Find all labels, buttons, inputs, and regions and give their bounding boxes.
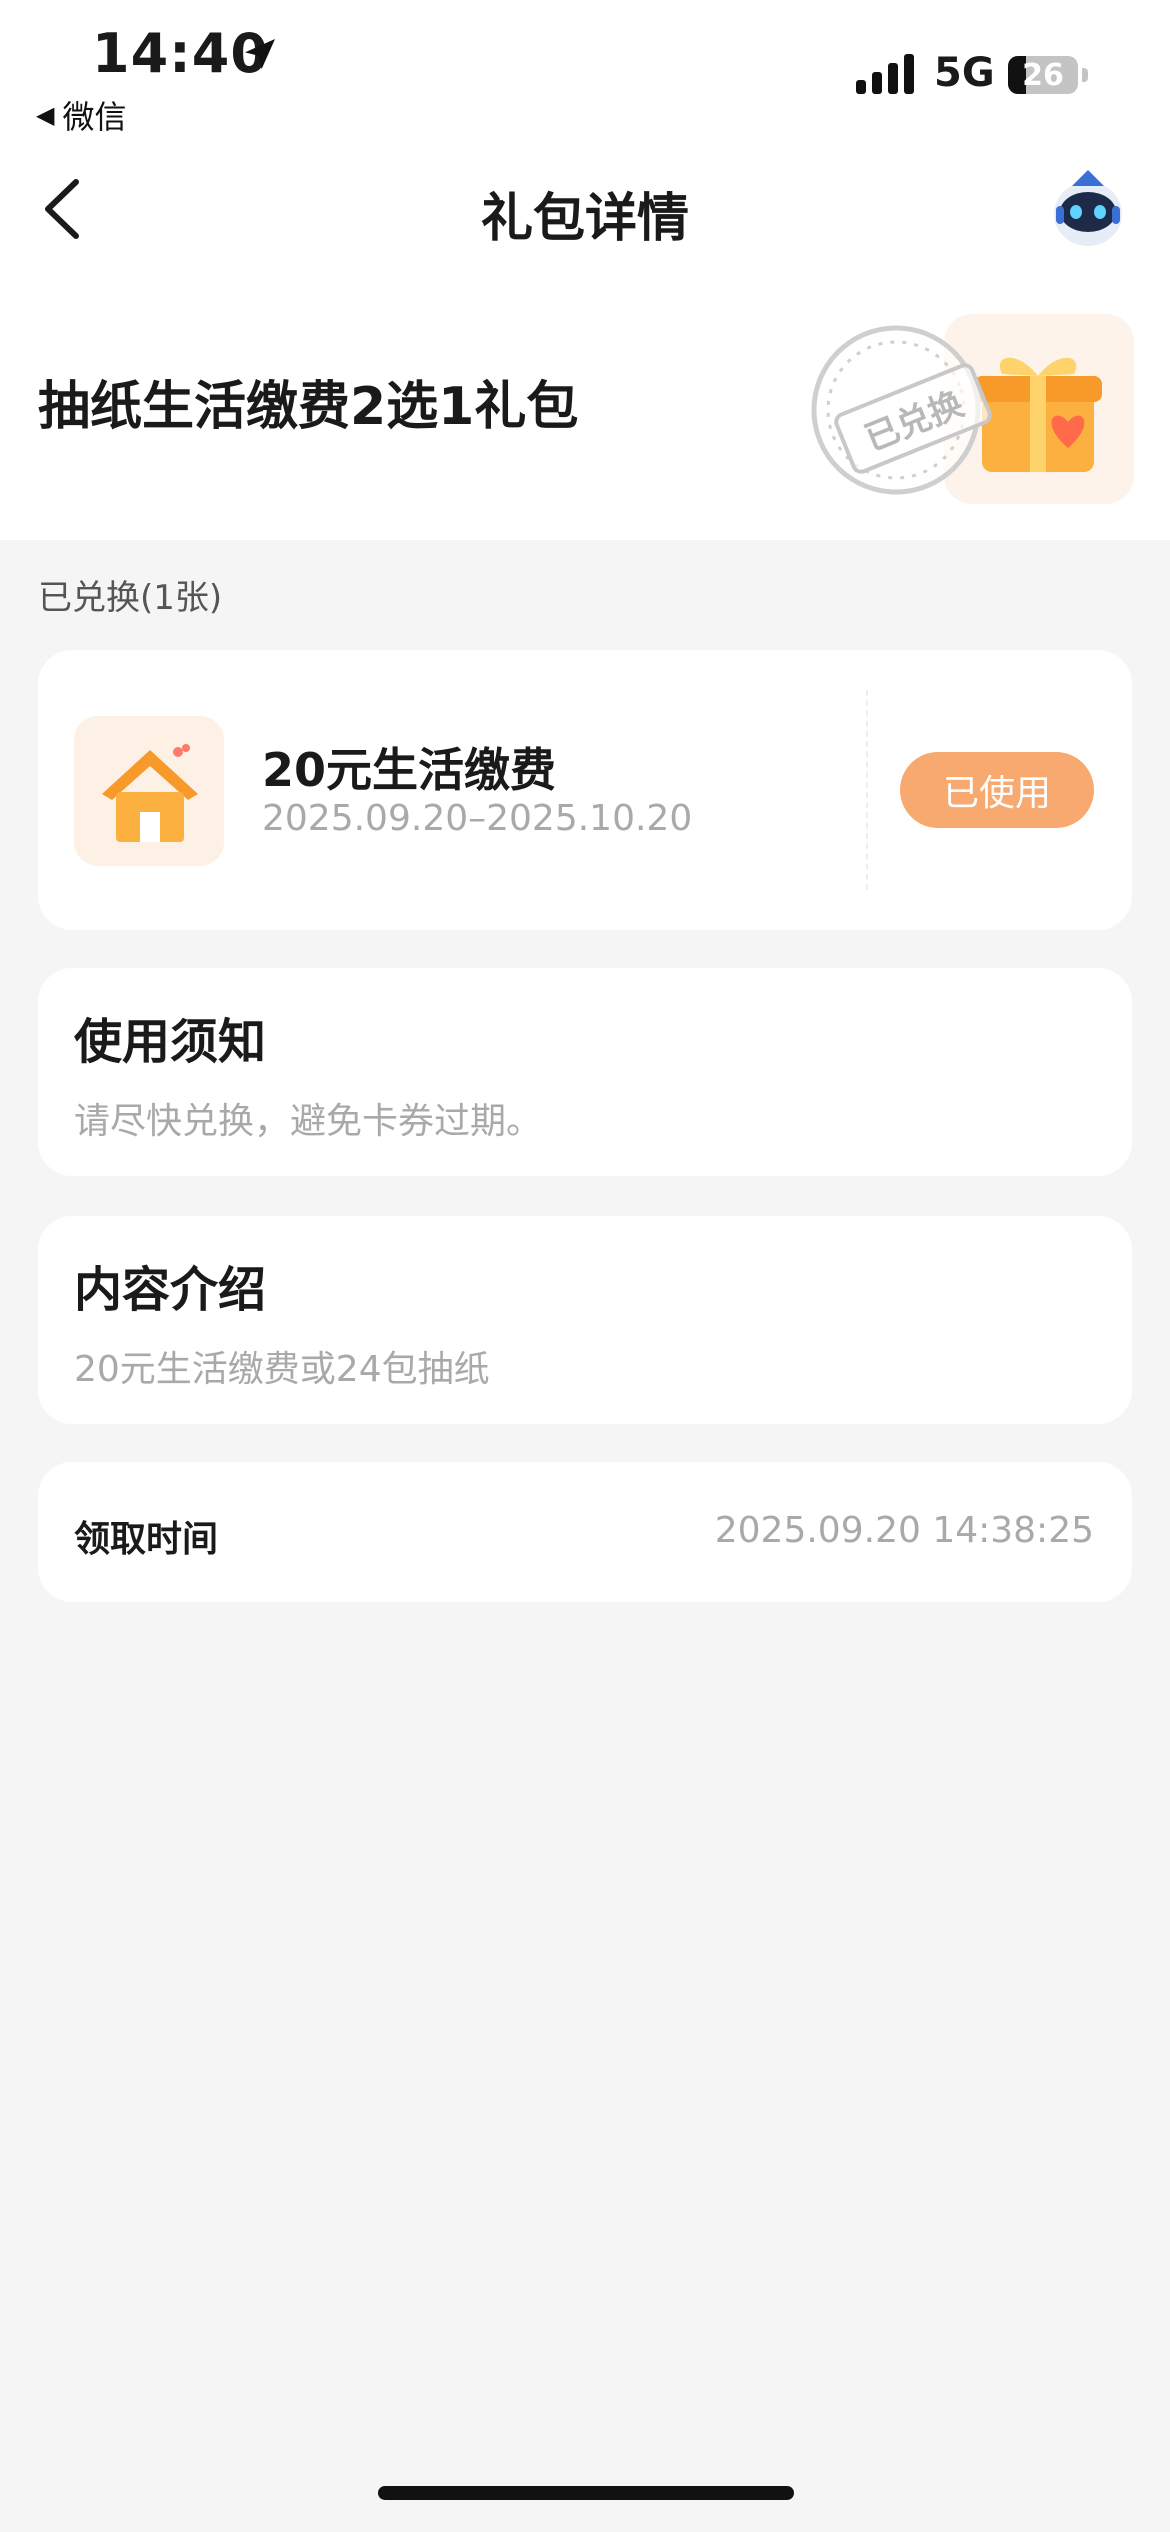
claim-time-card: 领取时间 2025.09.20 14:38:25 [38,1462,1132,1602]
coupon-validity-period: 2025.09.20–2025.10.20 [262,798,693,839]
used-status-button[interactable]: 已使用 [900,752,1094,828]
back-triangle-icon: ◀ [36,101,55,129]
claim-time-value: 2025.09.20 14:38:25 [714,1510,1094,1551]
location-arrow-icon [245,39,275,69]
page-title: 礼包详情 [480,189,689,249]
coupon-divider [866,690,868,890]
battery-icon: 26 [1008,56,1078,94]
gift-name: 抽纸生活缴费2选1礼包 [38,377,579,437]
network-type: 5G [934,50,995,96]
battery-tip [1082,68,1088,82]
content-intro-body: 20元生活缴费或24包抽纸 [74,1349,490,1390]
back-app-label: 微信 [62,98,127,136]
robot-avatar-icon[interactable] [1050,166,1126,250]
signal-bars-icon [856,54,914,94]
coupon-card[interactable]: 20元生活缴费 2025.09.20–2025.10.20 已使用 [38,650,1132,930]
nav-bar: 礼包详情 [0,140,1170,280]
home-indicator[interactable] [378,2486,794,2500]
gift-header: 抽纸生活缴费2选1礼包 已兑换 [0,280,1170,540]
status-bar: 14:40 ◀ 微信 5G 26 [0,0,1170,140]
content-intro-heading: 内容介绍 [74,1262,267,1318]
usage-notice-card: 使用须知 请尽快兑换，避免卡券过期。 [38,968,1132,1176]
claim-time-label: 领取时间 [74,1519,219,1560]
back-to-wechat-link[interactable]: ◀ 微信 [36,92,126,138]
redeemed-count-label: 已兑换(1张) [38,578,223,618]
battery-level: 26 [1022,57,1064,93]
usage-notice-heading: 使用须知 [74,1014,267,1070]
house-icon [102,744,198,842]
content-intro-card: 内容介绍 20元生活缴费或24包抽纸 [38,1216,1132,1424]
coupon-title: 20元生活缴费 [262,743,557,797]
usage-notice-body: 请尽快兑换，避免卡券过期。 [74,1101,543,1142]
